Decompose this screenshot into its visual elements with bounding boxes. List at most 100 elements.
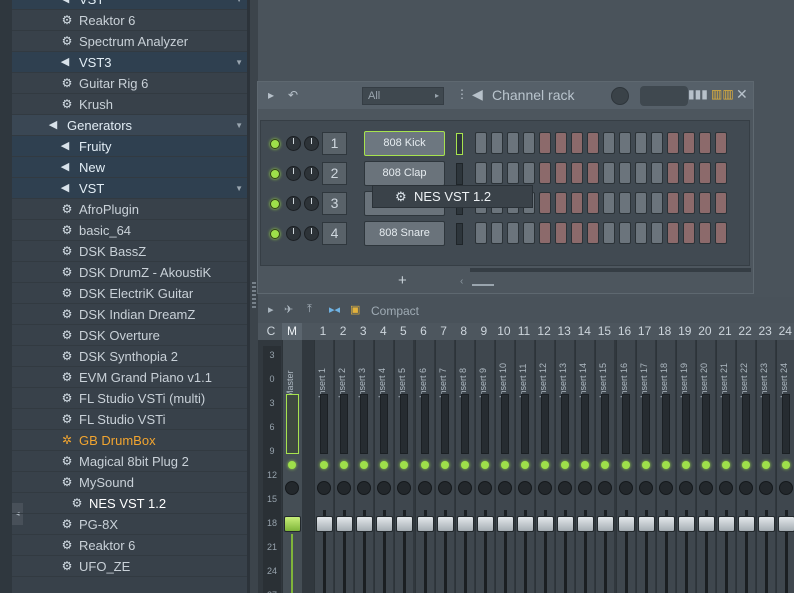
channel-select-indicator[interactable] <box>456 163 463 185</box>
insert-strip[interactable]: Insert 4 <box>374 340 394 593</box>
browser-plugin-item[interactable]: ⚙ AfroPlugin <box>12 199 247 220</box>
step-button[interactable] <box>715 132 727 154</box>
insert-number[interactable]: 12 <box>534 323 554 340</box>
channel-name-button[interactable]: 808 Clap <box>364 161 445 186</box>
volume-fader[interactable] <box>396 516 414 532</box>
insert-strip[interactable]: Insert 24 <box>776 340 794 593</box>
strip-enable-led[interactable] <box>641 461 650 469</box>
step-button[interactable] <box>475 162 487 184</box>
strip-enable-led[interactable] <box>360 461 369 469</box>
strip-enable-led[interactable] <box>480 461 489 469</box>
step-button[interactable] <box>571 162 583 184</box>
step-button[interactable] <box>699 222 711 244</box>
expand-arrow-icon[interactable]: ▼ <box>235 178 243 199</box>
strip-pan-knob[interactable] <box>497 481 512 495</box>
step-button[interactable] <box>523 132 535 154</box>
insert-number[interactable]: 3 <box>353 323 373 340</box>
volume-fader[interactable] <box>778 516 794 532</box>
step-button[interactable] <box>683 192 695 214</box>
step-button[interactable] <box>587 192 599 214</box>
step-button[interactable] <box>667 132 679 154</box>
strip-enable-led[interactable] <box>681 461 690 469</box>
insert-strip[interactable]: Insert 6 <box>414 340 434 593</box>
strip-pan-knob[interactable] <box>618 481 633 495</box>
channel-volume-knob[interactable] <box>304 196 319 211</box>
browser-folder[interactable]: ◀ VST ▼ <box>12 178 247 199</box>
step-button[interactable] <box>635 162 647 184</box>
channel-pan-knob[interactable] <box>286 136 301 151</box>
pin-icon[interactable]: ⤒ <box>307 303 312 316</box>
channel-mixer-track[interactable]: 2 <box>322 162 347 185</box>
step-button[interactable] <box>555 162 567 184</box>
browser-plugin-item[interactable]: ⚙ PG-8X <box>12 514 247 535</box>
volume-fader[interactable] <box>697 516 715 532</box>
volume-fader[interactable] <box>376 516 394 532</box>
step-button[interactable] <box>523 222 535 244</box>
strip-pan-knob[interactable] <box>638 481 653 495</box>
step-sequencer-icon[interactable]: ▥▥ <box>711 87 734 101</box>
expand-arrow-icon[interactable]: ▼ <box>235 0 243 10</box>
channel-mute-led[interactable] <box>270 229 280 239</box>
strip-enable-led[interactable] <box>701 461 710 469</box>
insert-strip[interactable]: Insert 13 <box>555 340 575 593</box>
volume-fader[interactable] <box>456 516 474 532</box>
step-button[interactable] <box>619 192 631 214</box>
insert-strip[interactable]: Insert 18 <box>655 340 675 593</box>
strip-enable-led[interactable] <box>500 461 509 469</box>
strip-pan-knob[interactable] <box>739 481 754 495</box>
strip-enable-led[interactable] <box>661 461 670 469</box>
strip-pan-knob[interactable] <box>317 481 331 495</box>
insert-number[interactable]: 21 <box>715 323 735 340</box>
step-button[interactable] <box>619 222 631 244</box>
play-arrow-icon[interactable]: ▸ <box>268 88 274 102</box>
step-button[interactable] <box>587 132 599 154</box>
step-button[interactable] <box>651 192 663 214</box>
step-button[interactable] <box>683 222 695 244</box>
strip-pan-knob[interactable] <box>538 481 553 495</box>
strip-pan-knob[interactable] <box>377 481 392 495</box>
insert-number[interactable]: 10 <box>494 323 514 340</box>
step-button[interactable] <box>715 222 727 244</box>
channel-mute-led[interactable] <box>270 139 280 149</box>
strip-pan-knob[interactable] <box>759 481 774 495</box>
volume-fader[interactable] <box>496 516 514 532</box>
strip-pan-knob[interactable] <box>477 481 492 495</box>
browser-folder[interactable]: ◀ New <box>12 157 247 178</box>
insert-strip[interactable]: Insert 16 <box>615 340 635 593</box>
step-button[interactable] <box>635 132 647 154</box>
insert-number[interactable]: 24 <box>775 323 794 340</box>
step-button[interactable] <box>683 132 695 154</box>
step-button[interactable] <box>619 132 631 154</box>
splitter-grip[interactable] <box>252 282 256 308</box>
channel-pan-knob[interactable] <box>286 226 301 241</box>
step-button[interactable] <box>507 222 519 244</box>
insert-strip[interactable]: Insert 14 <box>575 340 595 593</box>
view-toggle-icon[interactable]: ▸◂ <box>329 303 340 316</box>
strip-enable-led[interactable] <box>320 461 328 469</box>
step-button[interactable] <box>491 222 503 244</box>
browser-plugin-item[interactable]: ⚙ basic_64 <box>12 220 247 241</box>
volume-fader[interactable] <box>617 516 635 532</box>
step-button[interactable] <box>571 222 583 244</box>
browser-plugin-item[interactable]: ⚙ Reaktor 6 <box>12 10 247 31</box>
volume-fader[interactable] <box>284 516 301 532</box>
strip-enable-led[interactable] <box>601 461 610 469</box>
strip-enable-led[interactable] <box>400 461 409 469</box>
step-button[interactable] <box>491 162 503 184</box>
strip-enable-led[interactable] <box>561 461 570 469</box>
insert-number[interactable]: 9 <box>474 323 494 340</box>
volume-fader[interactable] <box>557 516 575 532</box>
insert-strip[interactable]: Insert 3 <box>354 340 374 593</box>
insert-strip[interactable]: Insert 22 <box>736 340 756 593</box>
strip-enable-led[interactable] <box>380 461 389 469</box>
strip-pan-knob[interactable] <box>558 481 573 495</box>
step-button[interactable] <box>507 162 519 184</box>
browser-plugin-item[interactable]: ⚙ Magical 8bit Plug 2 <box>12 451 247 472</box>
step-button[interactable] <box>523 162 535 184</box>
strip-enable-led[interactable] <box>621 461 630 469</box>
step-button[interactable] <box>539 132 551 154</box>
layout-icon[interactable]: ▣ <box>350 303 360 316</box>
strip-pan-knob[interactable] <box>598 481 613 495</box>
volume-fader[interactable] <box>537 516 555 532</box>
volume-fader[interactable] <box>738 516 756 532</box>
